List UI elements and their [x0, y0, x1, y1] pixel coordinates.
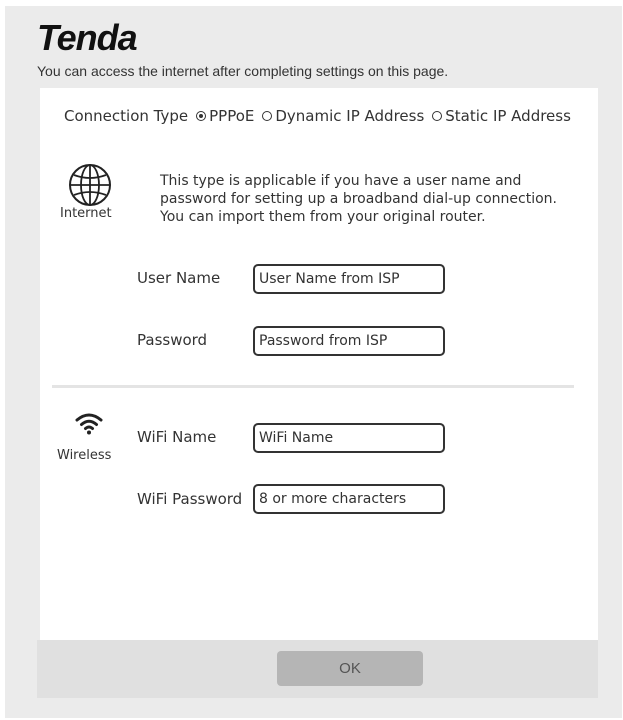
wifi-icon [75, 411, 103, 439]
radio-dynamic-ip[interactable]: Dynamic IP Address [262, 107, 424, 125]
password-input[interactable] [253, 326, 445, 356]
username-input[interactable] [253, 264, 445, 294]
tenda-logo: Tenda [37, 17, 138, 58]
radio-pppoe-label: PPPoE [209, 107, 255, 125]
wifi-password-input[interactable] [253, 484, 445, 514]
wifi-password-label: WiFi Password [137, 490, 243, 508]
radio-dynamic-ip-label: Dynamic IP Address [275, 107, 425, 125]
radio-static-ip[interactable]: Static IP Address [432, 107, 571, 125]
radio-pppoe[interactable]: PPPoE [196, 107, 254, 125]
wifi-name-label: WiFi Name [137, 428, 217, 446]
radio-static-ip-circle[interactable] [432, 111, 443, 121]
pppoe-description: This type is applicable if you have a us… [160, 173, 557, 225]
wireless-label: Wireless [57, 448, 112, 463]
internet-label: Internet [60, 206, 112, 221]
page-tagline: You can access the internet after comple… [37, 63, 449, 79]
password-label: Password [137, 331, 208, 349]
radio-pppoe-circle[interactable] [196, 111, 207, 121]
username-label: User Name [137, 269, 221, 287]
wifi-name-input[interactable] [253, 423, 445, 453]
connection-type-label: Connection Type [64, 107, 189, 125]
settings-panel [40, 88, 598, 640]
ok-button[interactable]: OK [277, 651, 423, 686]
section-divider [52, 385, 574, 388]
connection-type-row: Connection Type PPPoE Dynamic IP Address… [64, 107, 579, 125]
globe-icon [67, 162, 113, 212]
radio-dynamic-ip-circle[interactable] [262, 111, 273, 121]
radio-static-ip-label: Static IP Address [445, 107, 571, 125]
